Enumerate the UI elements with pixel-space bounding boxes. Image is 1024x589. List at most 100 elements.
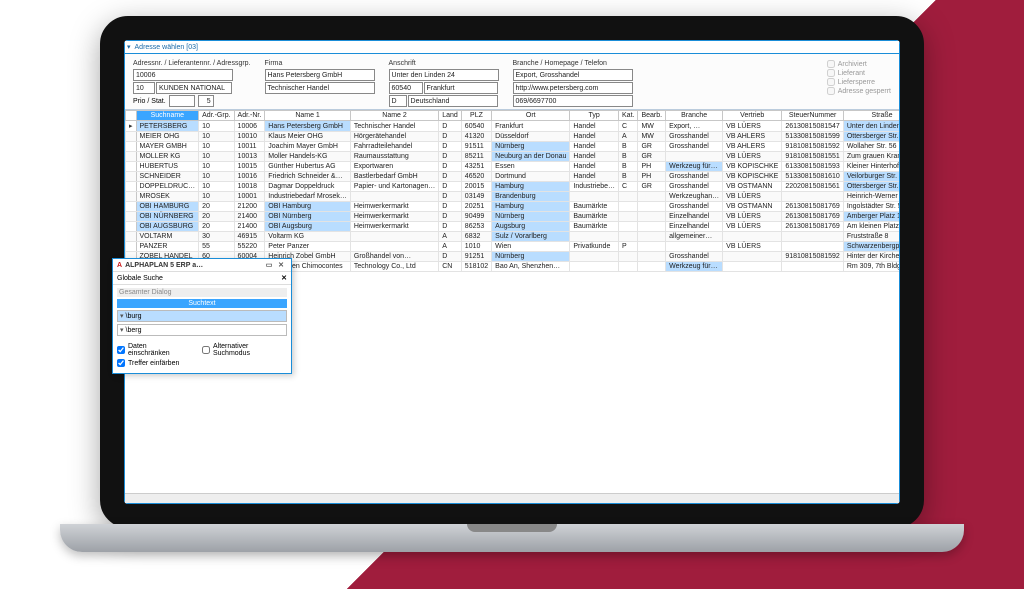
table-cell[interactable] xyxy=(619,212,638,222)
table-cell[interactable]: 51330815081610 xyxy=(782,172,844,182)
table-cell[interactable]: Dagmar Doppeldruck xyxy=(265,182,351,192)
table-cell[interactable]: Einzelhandel xyxy=(666,222,723,232)
table-cell[interactable]: VB LÜERS xyxy=(723,242,782,252)
horizontal-scrollbar[interactable] xyxy=(125,493,899,503)
table-cell[interactable] xyxy=(570,252,619,262)
street-input[interactable]: Unter den Linden 24 xyxy=(389,69,499,81)
table-cell[interactable]: 10 xyxy=(199,142,234,152)
table-cell[interactable]: GR xyxy=(638,182,666,192)
table-cell[interactable]: Friedrich Schneider &… xyxy=(265,172,351,182)
table-cell[interactable]: PH xyxy=(638,162,666,172)
table-cell[interactable]: PH xyxy=(638,172,666,182)
table-cell[interactable]: OBI NÜRNBERG xyxy=(136,212,199,222)
table-cell[interactable] xyxy=(570,232,619,242)
table-cell[interactable] xyxy=(666,152,723,162)
table-cell[interactable]: 10 xyxy=(199,192,234,202)
table-cell[interactable] xyxy=(782,192,844,202)
table-cell[interactable]: Klaus Meier OHG xyxy=(265,132,351,142)
table-cell[interactable]: Technology Co., Ltd xyxy=(350,262,438,272)
table-cell[interactable]: 10016 xyxy=(234,172,265,182)
table-cell[interactable]: DOPPELDRUC… xyxy=(136,182,199,192)
table-cell[interactable]: Am kleinen Platz 10 xyxy=(843,222,899,232)
table-cell[interactable]: Grosshandel xyxy=(666,202,723,212)
table-cell[interactable]: Grosshandel xyxy=(666,252,723,262)
table-cell[interactable]: Moller Handels-KG xyxy=(265,152,351,162)
table-cell[interactable]: 10 xyxy=(199,121,234,132)
table-cell[interactable]: 55 xyxy=(199,242,234,252)
table-cell[interactable]: VB AHLERS xyxy=(723,142,782,152)
table-cell[interactable]: GR xyxy=(638,142,666,152)
table-cell[interactable]: Veilorburger Str. 45 z xyxy=(843,172,899,182)
table-cell[interactable] xyxy=(638,202,666,212)
table-cell[interactable]: A xyxy=(439,242,462,252)
table-cell[interactable]: Unter den Linden 24 xyxy=(843,121,899,132)
popup-clear-button[interactable]: ✕ xyxy=(281,274,287,282)
table-cell[interactable]: B xyxy=(619,152,638,162)
homepage-input[interactable]: http://www.petersberg.com xyxy=(513,82,633,94)
table-cell[interactable]: 26130815081769 xyxy=(782,222,844,232)
table-cell[interactable]: Dortmund xyxy=(492,172,570,182)
table-cell[interactable]: Exportwaren xyxy=(350,162,438,172)
table-cell[interactable]: 10015 xyxy=(234,162,265,172)
table-cell[interactable]: Rm 309, 7th Bldg, K… xyxy=(843,262,899,272)
table-cell[interactable]: Nürnberg xyxy=(492,252,570,262)
table-cell[interactable]: PANZER xyxy=(136,242,199,252)
table-row[interactable]: OBI NÜRNBERG2021400OBI NürnbergHeimwerke… xyxy=(126,212,900,222)
table-cell[interactable]: 10 xyxy=(199,182,234,192)
table-cell[interactable]: Bastlerbedarf GmbH xyxy=(350,172,438,182)
table-cell[interactable]: Werkzeug für… xyxy=(666,162,723,172)
column-header[interactable]: Name 2 xyxy=(350,111,438,121)
table-cell[interactable]: 46520 xyxy=(461,172,491,182)
table-cell[interactable]: Schwarzenbergplatz… xyxy=(843,242,899,252)
table-cell[interactable]: D xyxy=(439,132,462,142)
table-cell[interactable]: VB LÜERS xyxy=(723,121,782,132)
table-cell[interactable] xyxy=(619,202,638,212)
table-cell[interactable]: Nürnberg xyxy=(492,212,570,222)
table-cell[interactable]: Grosshandel xyxy=(666,172,723,182)
table-cell[interactable]: Industriebe… xyxy=(570,182,619,192)
firma2-input[interactable]: Technischer Handel xyxy=(265,82,375,94)
table-cell[interactable]: 21200 xyxy=(234,202,265,212)
search-term-row[interactable]: ▾ \burg xyxy=(117,310,287,322)
table-cell[interactable]: 91810815081592 xyxy=(782,252,844,262)
table-cell[interactable]: D xyxy=(439,212,462,222)
table-cell[interactable]: Baumärkte xyxy=(570,222,619,232)
column-header[interactable]: Land xyxy=(439,111,462,121)
table-cell[interactable] xyxy=(619,262,638,272)
table-cell[interactable]: 51330815081599 xyxy=(782,132,844,142)
table-cell[interactable]: D xyxy=(439,192,462,202)
table-row[interactable]: DOPPELDRUC…1010018Dagmar DoppeldruckPapi… xyxy=(126,182,900,192)
daten-einschraenken-checkbox[interactable]: Daten einschränken xyxy=(117,343,190,357)
table-cell[interactable]: VOLTARM xyxy=(136,232,199,242)
table-cell[interactable] xyxy=(638,222,666,232)
table-cell[interactable]: D xyxy=(439,162,462,172)
branche-input[interactable]: Export, Grosshandel xyxy=(513,69,633,81)
table-cell[interactable] xyxy=(570,262,619,272)
table-cell[interactable]: Raumausstattung xyxy=(350,152,438,162)
table-cell[interactable]: VB LÜERS xyxy=(723,192,782,202)
liefersperre-checkbox[interactable]: Liefersperre xyxy=(827,78,891,86)
table-cell[interactable]: Heinrich-Werner St… xyxy=(843,192,899,202)
table-cell[interactable]: 21400 xyxy=(234,222,265,232)
popup-titlebar[interactable]: A ALPHAPLAN 5 ERP a… ▭ ✕ xyxy=(113,259,291,272)
adresse-gesperrt-checkbox[interactable]: Adresse gesperrt xyxy=(827,87,891,95)
table-cell[interactable]: 22020815081561 xyxy=(782,182,844,192)
table-cell[interactable]: OBI Augsburg xyxy=(265,222,351,232)
adressgrp-input[interactable]: KUNDEN NATIONAL xyxy=(156,82,232,94)
table-cell[interactable] xyxy=(782,242,844,252)
table-cell[interactable]: Brandenburg xyxy=(492,192,570,202)
table-cell[interactable]: Heimwerkermarkt xyxy=(350,212,438,222)
table-cell[interactable]: SCHNEIDER xyxy=(136,172,199,182)
table-cell[interactable]: 21400 xyxy=(234,212,265,222)
table-cell[interactable] xyxy=(638,252,666,262)
table-cell[interactable]: Handel xyxy=(570,142,619,152)
firma1-input[interactable]: Hans Petersberg GmbH xyxy=(265,69,375,81)
search-scope-select[interactable]: Gesamter Dialog xyxy=(117,288,287,297)
table-row[interactable]: OBI AUGSBURG2021400OBI AugsburgHeimwerke… xyxy=(126,222,900,232)
table-row[interactable]: VOLTARM3046915Voltarm KGA6832Sulz / Vora… xyxy=(126,232,900,242)
table-cell[interactable]: 10013 xyxy=(234,152,265,162)
table-cell[interactable]: D xyxy=(439,152,462,162)
table-cell[interactable]: Fahrradteilehandel xyxy=(350,142,438,152)
table-cell[interactable]: Neuburg an der Donau xyxy=(492,152,570,162)
table-cell[interactable]: VB LÜERS xyxy=(723,212,782,222)
